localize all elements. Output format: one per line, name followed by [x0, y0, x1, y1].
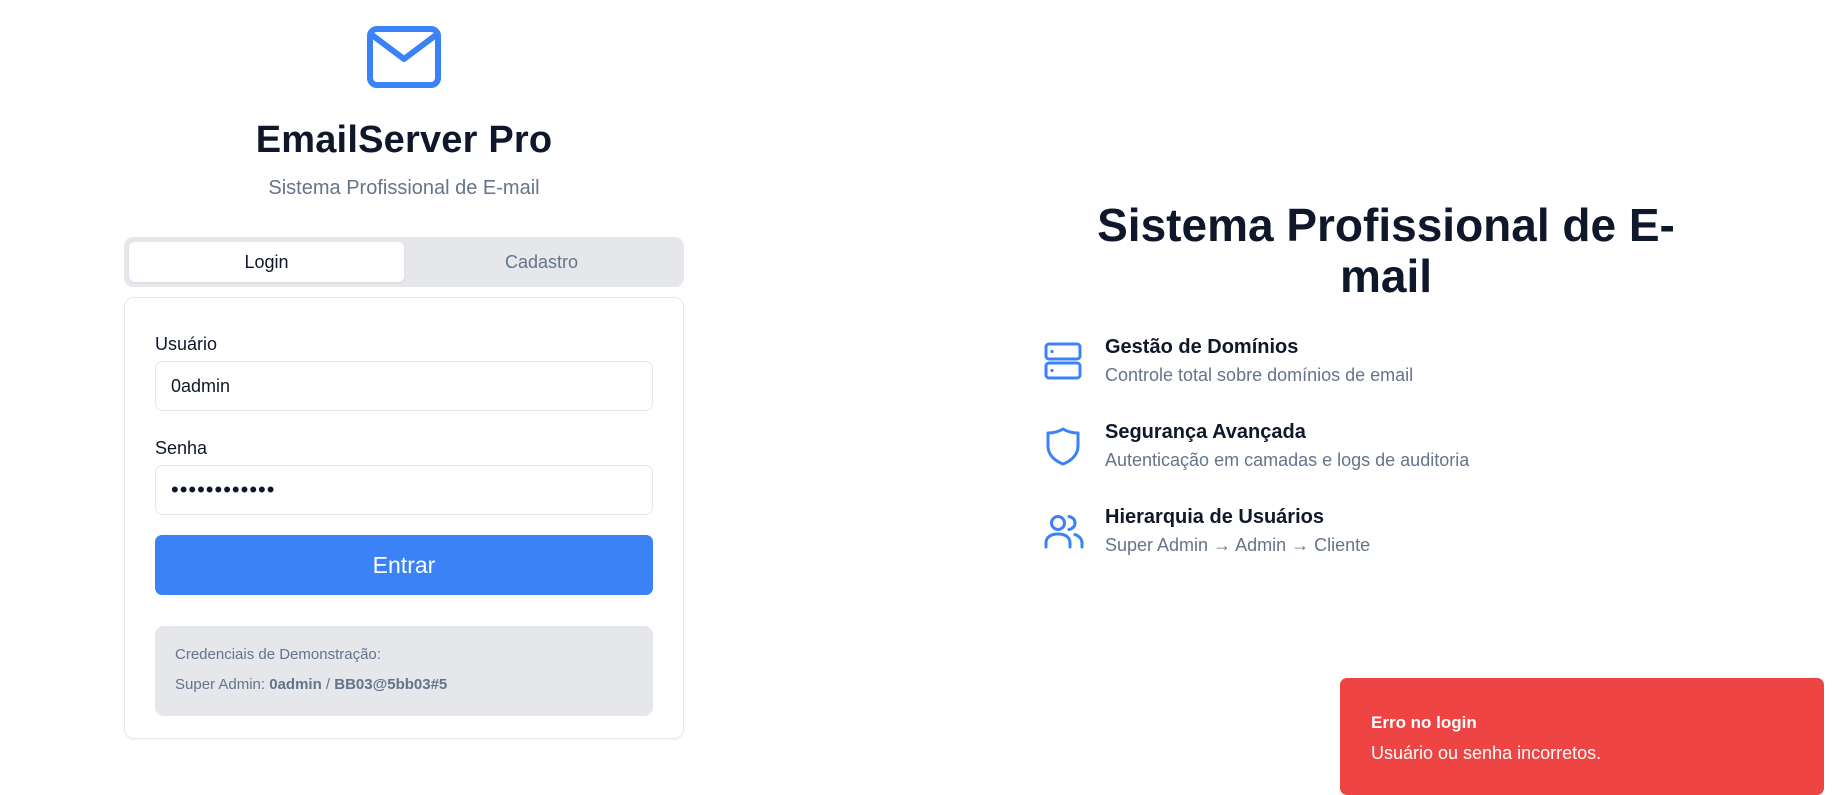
demo-credentials: Credenciais de Demonstração: Super Admin…	[155, 626, 653, 716]
feature-title: Hierarquia de Usuários	[1105, 506, 1324, 528]
demo-password: BB03@5bb03#5	[334, 676, 448, 693]
demo-role: Super Admin:	[175, 676, 266, 693]
mail-icon	[367, 26, 441, 88]
hero-title-line-2: mail	[1339, 250, 1433, 302]
login-page: EmailServer Pro Sistema Profissional de …	[0, 0, 1832, 795]
username-field[interactable]: 0admin	[155, 361, 653, 411]
auth-tabs: Login Cadastro	[124, 237, 684, 287]
server-icon	[1044, 342, 1082, 380]
toast-title: Erro no login	[1371, 713, 1477, 732]
feature-item: Hierarquia de Usuários Super Admin → Adm…	[1042, 503, 1642, 588]
feature-item: Segurança Avançada Autenticação em camad…	[1042, 418, 1642, 503]
username-value: 0admin	[171, 375, 231, 396]
login-form: Usuário 0admin Senha •••••••••••• Entrar…	[124, 297, 684, 739]
login-button[interactable]: Entrar	[155, 535, 653, 595]
feature-title: Segurança Avançada	[1105, 421, 1306, 443]
password-value: ••••••••••••	[171, 477, 276, 502]
feature-list: Gestão de Domínios Controle total sobre …	[1042, 333, 1642, 588]
password-field[interactable]: ••••••••••••	[155, 465, 653, 515]
feature-description: Autenticação em camadas e logs de audito…	[1105, 450, 1470, 470]
shield-icon	[1046, 427, 1080, 466]
demo-credentials-line: Super Admin: 0admin / BB03@5bb03#5	[175, 674, 633, 696]
users-icon	[1044, 515, 1084, 549]
demo-credentials-title: Credenciais de Demonstração:	[175, 646, 381, 663]
username-label: Usuário	[155, 334, 218, 354]
feature-item: Gestão de Domínios Controle total sobre …	[1042, 333, 1642, 418]
app-title: EmailServer Pro	[255, 119, 553, 161]
app-subtitle: Sistema Profissional de E-mail	[268, 177, 540, 199]
hero-title: Sistema Profissional de E- mail	[1046, 200, 1726, 302]
hero-title-line-1: Sistema Profissional de E-	[1097, 199, 1675, 251]
error-toast[interactable]: Erro no login Usuário ou senha incorreto…	[1340, 678, 1824, 795]
demo-username: 0admin	[269, 676, 322, 693]
demo-separator: /	[325, 676, 331, 693]
login-panel: EmailServer Pro Sistema Profissional de …	[124, 0, 684, 739]
tab-login[interactable]: Login	[129, 242, 404, 282]
toast-message: Usuário ou senha incorretos.	[1371, 743, 1602, 763]
feature-title: Gestão de Domínios	[1105, 336, 1299, 358]
password-label: Senha	[155, 438, 208, 458]
feature-description: Controle total sobre domínios de email	[1105, 365, 1414, 385]
tab-cadastro[interactable]: Cadastro	[404, 242, 679, 282]
feature-description: Super Admin → Admin → Cliente	[1105, 535, 1371, 555]
